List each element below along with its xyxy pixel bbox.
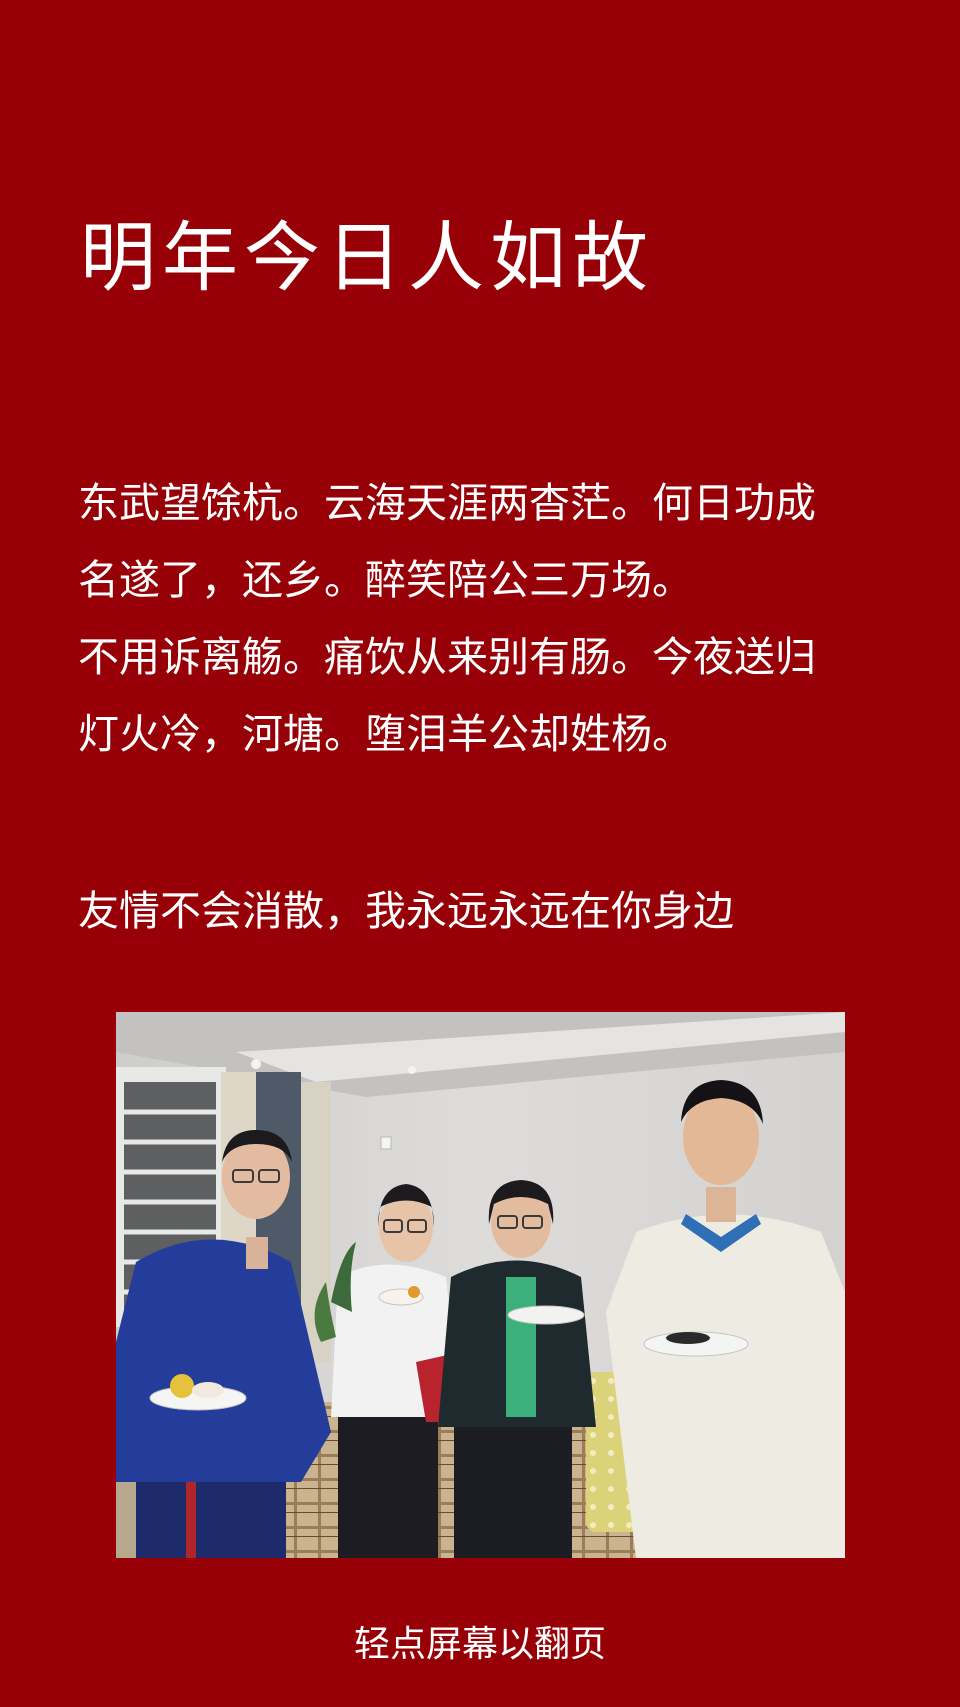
poem-line: 不用诉离觞。痛饮从来别有肠。今夜送归 — [78, 633, 816, 681]
poem-text: 东武望馀杭。云海天涯两杳茫。何日功成 名遂了，还乡。醉笑陪公三万场。 不用诉离觞… — [78, 465, 878, 773]
dedication-text: 友情不会消散，我永远永远在你身边 — [78, 887, 734, 935]
group-photo-illustration — [116, 1012, 845, 1558]
page-turn-area[interactable]: 明年今日人如故 东武望馀杭。云海天涯两杳茫。何日功成 名遂了，还乡。醉笑陪公三万… — [0, 0, 960, 1707]
poem-line: 灯火冷，河塘。堕泪羊公却姓杨。 — [78, 710, 693, 758]
poem-line: 名遂了，还乡。醉笑陪公三万场。 — [78, 556, 693, 604]
tap-to-turn-page-hint: 轻点屏幕以翻页 — [353, 1624, 606, 1665]
poem-line: 东武望馀杭。云海天涯两杳茫。何日功成 — [78, 479, 816, 527]
group-photo — [116, 1012, 845, 1558]
page-title: 明年今日人如故 — [80, 213, 654, 302]
